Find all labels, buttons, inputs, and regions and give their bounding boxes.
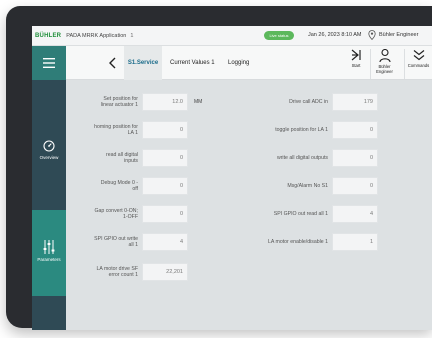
param-label: Debug Mode 0 - off [100, 180, 138, 192]
param-value-field[interactable]: 22,201 [142, 263, 188, 281]
param-value-field[interactable]: 1 [332, 233, 378, 251]
param-label: Msg/Alarm No S1 [287, 183, 328, 189]
param-row: SPI GPIO out read all 1 4 [246, 204, 416, 224]
user-name[interactable]: Bühler Engineer [379, 32, 418, 38]
param-row: write all digital outputs 0 [246, 148, 416, 168]
notification-badge[interactable]: 1 [130, 33, 133, 39]
param-value-field[interactable]: 0 [332, 121, 378, 139]
tab-s1-service[interactable]: S1.Service [124, 46, 162, 80]
param-value-field[interactable]: 0 [332, 149, 378, 167]
param-row: SPI GPIO out write all 1 4 [66, 232, 196, 252]
param-value-field[interactable]: 0 [142, 177, 188, 195]
tablet-frame: BÜHLER PADA MRRK Application 1 Live stat… [6, 6, 432, 330]
param-row: toggle position for LA 1 0 [246, 120, 416, 140]
param-value: 1 [369, 239, 373, 245]
param-label: Gap convert 0-ON; 1-OFF [94, 208, 138, 220]
datetime: Jan 26, 2023 8:10 AM [308, 32, 362, 38]
hamburger-menu-button[interactable] [32, 46, 66, 80]
start-label: Start [351, 63, 361, 68]
play-skip-icon [351, 49, 361, 61]
param-row: Msg/Alarm No S1 0 [246, 176, 416, 196]
gauge-icon [43, 140, 55, 152]
sliders-icon [43, 240, 55, 254]
param-value: 0 [369, 183, 373, 189]
tab-label: Current Values 1 [170, 60, 215, 66]
live-status-pill[interactable]: Live status [264, 31, 294, 40]
commands-label: Commands [407, 63, 430, 68]
param-label: Drive call ADC in [289, 99, 328, 105]
param-value: 0 [369, 155, 373, 161]
param-label: toggle position for LA 1 [275, 127, 328, 133]
param-row: Debug Mode 0 - off 0 [66, 176, 196, 196]
tab-label: S1.Service [127, 60, 159, 66]
start-button[interactable]: Start [342, 49, 370, 79]
param-label: read all digital inputs [105, 152, 138, 164]
param-value: 0 [179, 155, 183, 161]
param-value-field[interactable]: 179 [332, 93, 378, 111]
double-chevron-down-icon [413, 50, 424, 61]
param-value: 179 [363, 99, 373, 105]
param-value: 0 [179, 183, 183, 189]
chevron-left-icon[interactable] [106, 55, 120, 71]
param-label: LA motor enable/disable 1 [268, 239, 328, 245]
param-label: SPI GPIO out write all 1 [94, 236, 138, 248]
param-value: 0 [179, 211, 183, 217]
location-pin-icon [368, 30, 376, 40]
param-label: write all digital outputs [276, 155, 328, 161]
user-profile-label: Bühler Engineer [376, 64, 393, 74]
param-value-field[interactable]: 0 [332, 177, 378, 195]
param-value-field[interactable]: 0 [142, 149, 188, 167]
status-bar: BÜHLER PADA MRRK Application 1 Live stat… [32, 26, 432, 46]
param-value: 4 [369, 211, 373, 217]
app-screen: BÜHLER PADA MRRK Application 1 Live stat… [32, 26, 432, 330]
tab-logging[interactable]: Logging [224, 46, 253, 80]
tab-current-values[interactable]: Current Values 1 [166, 46, 219, 80]
user-profile-button[interactable]: Bühler Engineer [370, 49, 398, 79]
param-value-field[interactable]: 4 [332, 205, 378, 223]
sidebar-item-label: Parameters [37, 257, 61, 262]
param-value-field[interactable]: 0 [142, 205, 188, 223]
param-row: LA motor drive SF error count 1 22,201 [66, 262, 196, 282]
parameter-panel: Set position for linear actuator 1 12.0 … [66, 80, 432, 330]
param-label: SPI GPIO out read all 1 [273, 211, 328, 217]
param-value: 0 [179, 127, 183, 133]
param-value: 22,201 [166, 269, 183, 275]
param-label: LA motor drive SF error count 1 [96, 266, 138, 278]
param-row: Gap convert 0-ON; 1-OFF 0 [66, 204, 196, 224]
commands-button[interactable]: Commands [404, 49, 432, 79]
param-value: 12.0 [172, 99, 183, 105]
param-row: homing position for LA 1 0 [66, 120, 196, 140]
param-unit: MM [194, 99, 203, 105]
param-value-field[interactable]: 12.0 [142, 93, 188, 111]
param-label: Set position for linear actuator 1 [100, 96, 138, 108]
tab-bar: S1.Service Current Values 1 Logging Star… [66, 46, 432, 80]
param-row: read all digital inputs 0 [66, 148, 196, 168]
tab-label: Logging [228, 60, 250, 66]
param-row: Drive call ADC in 179 [246, 92, 416, 112]
app-title: PADA MRRK Application [66, 32, 127, 39]
param-row: LA motor enable/disable 1 1 [246, 232, 416, 252]
param-label: homing position for LA 1 [94, 124, 138, 136]
brand-logo: BÜHLER [35, 32, 62, 39]
user-icon [378, 49, 391, 62]
param-value-field[interactable]: 4 [142, 233, 188, 251]
sidebar-item-label: Overview [39, 155, 59, 160]
sidebar: Overview Parameters [32, 46, 66, 330]
hamburger-icon [43, 58, 55, 68]
param-value: 4 [179, 239, 183, 245]
live-status-label: Live status [269, 33, 289, 38]
sidebar-item-overview[interactable]: Overview [32, 132, 66, 168]
sidebar-item-parameters[interactable]: Parameters [32, 210, 66, 296]
param-row: Set position for linear actuator 1 12.0 … [66, 92, 202, 112]
param-value: 0 [369, 127, 373, 133]
param-value-field[interactable]: 0 [142, 121, 188, 139]
